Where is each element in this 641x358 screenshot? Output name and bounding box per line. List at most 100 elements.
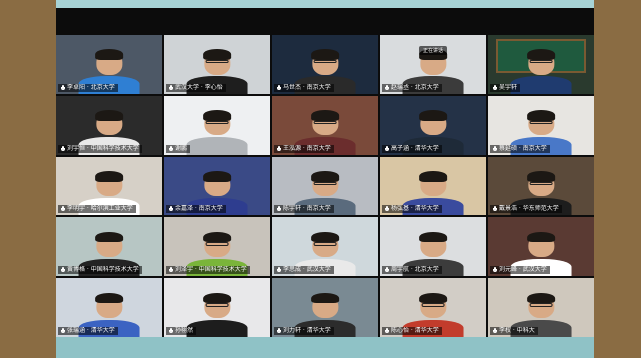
hair [310, 110, 340, 121]
mic-icon [493, 206, 497, 212]
glasses [313, 60, 337, 64]
participant-name: 李权 · 中科大 [499, 326, 535, 334]
participant-tile[interactable]: 李卓阳 · 北京大学 [56, 35, 162, 94]
participant-name-tag: 孙栩然 [166, 326, 197, 335]
participant-name-tag: 王泓源 · 南京大学 [274, 144, 334, 153]
participant-name: 李思成 · 武汉大学 [283, 266, 331, 274]
participant-name-tag: 刘元峰 · 武汉大学 [490, 266, 550, 275]
participant-name-tag: 李权 · 中科大 [490, 326, 538, 335]
participant-tile[interactable]: 吴宇轩 [488, 35, 594, 94]
participant-tile[interactable]: 孙栩然 [164, 278, 270, 337]
hair [202, 292, 232, 304]
bottom-band [56, 337, 594, 358]
glasses [205, 60, 229, 64]
hair [310, 292, 340, 304]
participant-tile[interactable]: 高子涵 · 清华大学 [380, 95, 486, 155]
hair [418, 292, 448, 304]
hair [202, 171, 232, 182]
participant-tile[interactable]: 刘元峰 · 武汉大学 [488, 217, 594, 277]
glasses [313, 242, 337, 246]
participant-tile[interactable]: 李权 · 中科大 [488, 278, 594, 337]
participant-name-tag: 李卓阳 · 北京大学 [58, 83, 118, 92]
participant-name: 李卓阳 · 北京大学 [67, 83, 115, 91]
participant-name: 武汉大学 · 李心怡 [175, 83, 223, 91]
glasses [313, 120, 337, 125]
hair [310, 231, 340, 243]
participant-tile[interactable]: 刘力轩 · 清华大学 [272, 278, 378, 337]
mic-icon [169, 327, 173, 334]
mic-icon [385, 327, 389, 334]
participant-name: 李明宇 · 哈尔滨工业大学 [67, 205, 133, 213]
participant-name: 赵瑞丞 · 北京大学 [391, 83, 439, 91]
participant-tile[interactable]: 余嘉泽 · 南京大学 [164, 156, 270, 216]
participant-tile[interactable]: 戴景浩 · 华东师范大学 [488, 156, 594, 216]
participant-name: 马世杰 · 南京大学 [283, 83, 331, 91]
glasses [205, 120, 229, 125]
hair [526, 49, 556, 61]
mic-icon [61, 327, 65, 334]
participant-tile[interactable]: 杨弘基 · 清华大学 [380, 156, 486, 216]
participant-name-tag: 陈宇轩 · 南京大学 [274, 205, 334, 214]
participant-tile[interactable]: 正在讲话赵瑞丞 · 北京大学 [380, 35, 486, 94]
mic-icon [385, 206, 389, 212]
participant-name-tag: 戴景浩 · 华东师范大学 [490, 205, 562, 214]
mic-icon [493, 84, 497, 91]
participant-name: 谢鹏 [175, 144, 188, 152]
participant-name: 张瑞涵 · 清华大学 [67, 326, 115, 334]
mic-icon [169, 145, 173, 152]
participant-name-tag: 吴宇轩 [490, 83, 521, 92]
hair [526, 171, 556, 182]
participant-name-tag: 刘泽宇 · 中国科学技术大学 [166, 266, 250, 275]
participant-tile[interactable]: 陈心怡 · 清华大学 [380, 278, 486, 337]
participant-tile[interactable]: 李明宇 · 哈尔滨工业大学 [56, 156, 162, 216]
participant-name: 王泓源 · 南京大学 [283, 144, 331, 152]
participant-name-tag: 杨弘基 · 清华大学 [382, 205, 442, 214]
hair [418, 110, 448, 121]
participant-name: 蔡延硕 · 南京大学 [499, 144, 547, 152]
participant-tile[interactable]: 谢鹏 [164, 95, 270, 155]
participant-name-tag: 李思成 · 武汉大学 [274, 266, 334, 275]
participant-tile[interactable]: 刘泽宇 · 中国科学技术大学 [164, 217, 270, 277]
hair [418, 231, 448, 243]
hair [202, 49, 232, 61]
hair [526, 110, 556, 121]
mic-icon [493, 267, 497, 273]
mic-icon [277, 327, 281, 334]
participant-name-tag: 张瑞涵 · 清华大学 [58, 326, 118, 335]
participant-name: 余嘉泽 · 南京大学 [175, 205, 223, 213]
participant-tile[interactable]: 王泓源 · 南京大学 [272, 95, 378, 155]
video-meeting-window: 李卓阳 · 北京大学 武汉大学 · 李心怡 马世杰 · 南京大学 正在讲话赵瑞丞 · … [56, 8, 594, 337]
hair [418, 171, 448, 182]
hair [94, 110, 124, 121]
hair [94, 171, 124, 182]
participant-name: 高子涵 · 清华大学 [391, 144, 439, 152]
participant-tile[interactable]: 陈宇轩 · 南京大学 [272, 156, 378, 216]
participant-tile[interactable]: 张瑞涵 · 清华大学 [56, 278, 162, 337]
mic-icon [277, 145, 281, 152]
mic-icon [61, 267, 65, 273]
participant-name: 刘力轩 · 清华大学 [283, 326, 331, 334]
mic-icon [277, 267, 281, 273]
participant-tile[interactable]: 刘宇恒 · 中国科学技术大学 [56, 95, 162, 155]
participant-name-tag: 赵瑞丞 · 北京大学 [382, 83, 442, 92]
participant-name: 孙栩然 [175, 326, 194, 334]
participant-tile[interactable]: 周宇航 · 北京大学 [380, 217, 486, 277]
glasses [421, 303, 445, 307]
hair [310, 171, 340, 182]
speaking-badge: 正在讲话 [418, 45, 448, 55]
participant-name-tag: 马世杰 · 南京大学 [274, 83, 334, 92]
glasses [313, 181, 337, 185]
participant-tile[interactable]: 蔡延硕 · 南京大学 [488, 95, 594, 155]
participant-tile[interactable]: 马世杰 · 南京大学 [272, 35, 378, 94]
participant-tile[interactable]: 武汉大学 · 李心怡 [164, 35, 270, 94]
participant-name-tag: 蔡延硕 · 南京大学 [490, 144, 550, 153]
participant-name: 周宇航 · 北京大学 [391, 266, 439, 274]
participant-name-tag: 陈心怡 · 清华大学 [382, 326, 442, 335]
mic-icon [61, 145, 65, 152]
participant-tile[interactable]: 黄博格 · 中国科学技术大学 [56, 217, 162, 277]
mic-icon [61, 206, 65, 212]
hair [202, 110, 232, 121]
participant-tile[interactable]: 李思成 · 武汉大学 [272, 217, 378, 277]
participant-name: 陈宇轩 · 南京大学 [283, 205, 331, 213]
mic-icon [277, 84, 281, 91]
